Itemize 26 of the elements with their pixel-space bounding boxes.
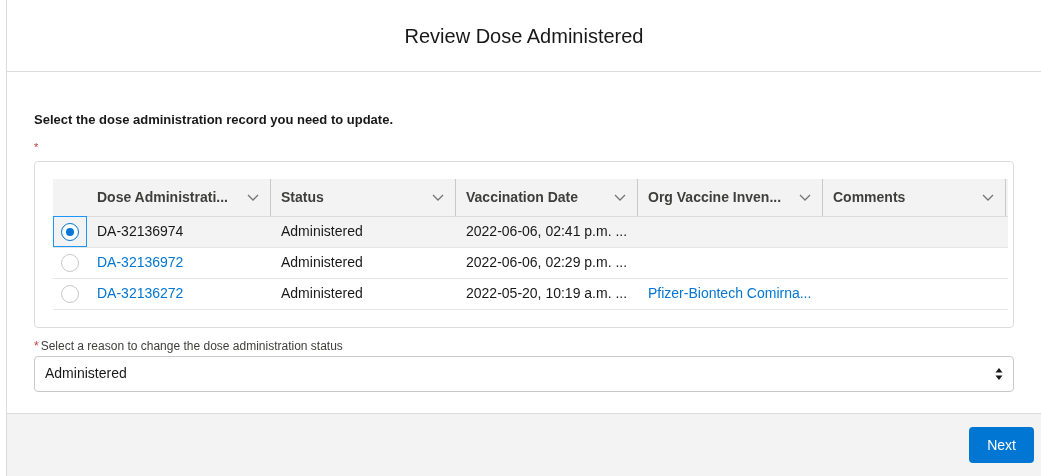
radio-button[interactable] [61,253,79,272]
instruction-text: Select the dose administration record you need to update. [34,111,394,129]
next-button[interactable]: Next [969,427,1034,463]
required-mark: * [34,139,40,154]
radio-button[interactable] [61,284,79,303]
table-cell: 2022-05-20, 10:19 a.m. ... [466,285,628,301]
table-cell: 2022-06-06, 02:41 p.m. ... [466,223,628,239]
record-link[interactable]: DA-32136272 [97,285,184,301]
column-header[interactable]: Vaccination Date [456,178,638,216]
required-mark: * [34,337,39,355]
reason-select[interactable]: Administered [34,355,1014,392]
column-header[interactable]: Status [271,178,456,216]
column-header[interactable]: Comments [823,178,1006,216]
table-cell: Administered [281,254,363,270]
up-down-icon [995,366,1003,381]
table-cell: DA-32136974 [97,223,184,239]
record-link[interactable]: DA-32136972 [97,254,184,270]
record-link[interactable]: Pfizer-Biontech Comirna... [648,285,812,301]
table-cell: 2022-06-06, 02:29 p.m. ... [466,254,628,270]
field-label: Select a reason to change the dose administration status [40,337,343,355]
table-cell: Administered [281,285,363,301]
column-header[interactable]: Org Vaccine Inven... [638,178,823,216]
radio-button[interactable] [61,222,79,241]
table-cell: Administered [281,223,363,239]
column-header[interactable]: Dose Administrati... [87,178,271,216]
modal-title: Review Dose Administered [404,23,644,49]
